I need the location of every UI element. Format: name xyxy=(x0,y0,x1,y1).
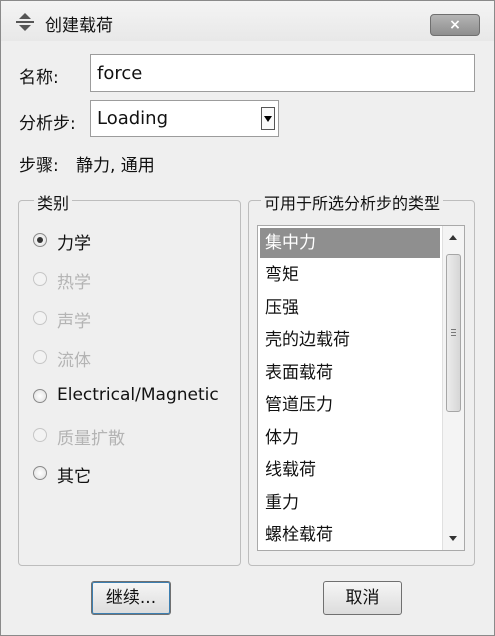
types-group-title: 可用于所选分析步的类型 xyxy=(261,190,444,214)
procedure-label: 步骤: xyxy=(19,156,59,176)
load-type-list[interactable]: 集中力 弯矩 压强 壳的边载荷 表面载荷 管道压力 体力 线载荷 重力 螺栓载荷 xyxy=(257,225,465,551)
scroll-down-arrow-icon[interactable] xyxy=(449,536,457,541)
scroll-up-arrow-icon[interactable] xyxy=(449,235,457,240)
radio-label: 其它 xyxy=(57,467,91,487)
category-group xyxy=(18,200,241,566)
name-label: 名称: xyxy=(19,68,59,88)
category-group-title: 类别 xyxy=(34,190,73,214)
radio-button xyxy=(33,428,47,442)
list-item[interactable]: 表面载荷 xyxy=(260,358,440,388)
radio-label: 热学 xyxy=(57,273,91,293)
radio-label: 流体 xyxy=(57,351,91,371)
close-icon: × xyxy=(449,17,461,33)
continue-button[interactable]: 继续... xyxy=(91,581,171,615)
continue-button-label: 继续... xyxy=(105,588,157,608)
close-button[interactable]: × xyxy=(430,14,480,36)
create-load-dialog: 创建载荷 × 名称: force 分析步: Loading 步骤: 静力, 通用… xyxy=(0,0,495,636)
radio-button xyxy=(33,311,47,325)
list-item[interactable]: 弯矩 xyxy=(260,260,440,290)
chevron-down-icon[interactable] xyxy=(261,107,275,130)
radio-button xyxy=(33,350,47,364)
cancel-button[interactable]: 取消 xyxy=(323,581,402,615)
list-item[interactable]: 体力 xyxy=(260,423,440,453)
radio-label: 声学 xyxy=(57,312,91,332)
radio-button xyxy=(33,272,47,286)
load-arrows-icon xyxy=(16,13,34,31)
radio-button[interactable] xyxy=(33,466,47,480)
step-select[interactable]: Loading xyxy=(90,100,279,137)
step-label: 分析步: xyxy=(19,114,76,134)
grip-icon xyxy=(451,329,456,330)
list-item[interactable]: 线载荷 xyxy=(260,455,440,485)
step-select-value: Loading xyxy=(97,108,169,129)
radio-button[interactable] xyxy=(33,389,47,403)
list-item[interactable]: 集中力 xyxy=(260,228,440,258)
procedure-value: 静力, 通用 xyxy=(76,156,155,176)
radio-label: 质量扩散 xyxy=(57,429,125,449)
name-input[interactable]: force xyxy=(90,54,475,92)
name-input-value: force xyxy=(97,63,143,84)
window-title: 创建载荷 xyxy=(45,16,113,36)
list-scrollbar[interactable] xyxy=(442,226,464,550)
list-item[interactable]: 壳的边载荷 xyxy=(260,325,440,355)
list-item[interactable]: 重力 xyxy=(260,488,440,518)
radio-label: Electrical/Magnetic xyxy=(57,385,219,405)
list-item[interactable]: 压强 xyxy=(260,293,440,323)
title-bar[interactable]: 创建载荷 × xyxy=(1,1,494,41)
list-item[interactable]: 螺栓载荷 xyxy=(260,520,440,550)
cancel-button-label: 取消 xyxy=(345,588,380,608)
list-item[interactable]: 管道压力 xyxy=(260,390,440,420)
radio-button[interactable] xyxy=(33,233,47,247)
radio-label: 力学 xyxy=(57,234,91,254)
scrollbar-thumb[interactable] xyxy=(446,254,461,412)
